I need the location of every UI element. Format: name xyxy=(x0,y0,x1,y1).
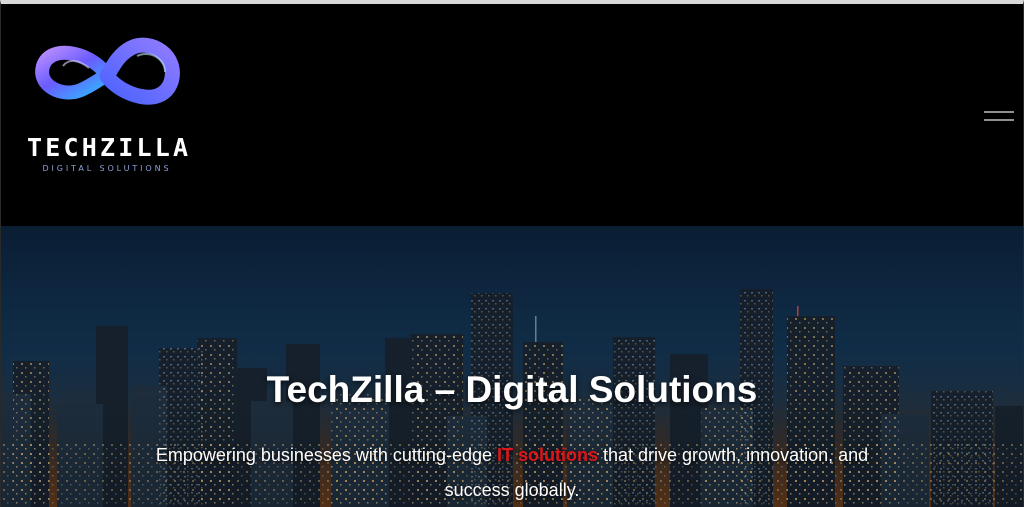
menu-bar-top xyxy=(984,111,1014,113)
infinity-logo-icon xyxy=(35,37,180,105)
logo-name: TECHZILLA xyxy=(27,133,192,162)
hero-title: TechZilla – Digital Solutions xyxy=(266,369,758,410)
site-header: TECHZILLA DIGITAL SOLUTIONS xyxy=(1,4,1023,226)
hero-text-before: Empowering businesses with cutting-edge xyxy=(155,445,497,465)
hero-section: TechZilla – Digital Solutions Empowering… xyxy=(1,226,1023,507)
logo-tagline: DIGITAL SOLUTIONS xyxy=(42,164,172,173)
site-logo[interactable]: TECHZILLA DIGITAL SOLUTIONS xyxy=(27,36,192,181)
hero-text-highlight: IT solutions xyxy=(497,445,598,465)
hero-description: Empowering businesses with cutting-edge … xyxy=(121,438,903,507)
hamburger-menu-icon[interactable] xyxy=(981,108,1017,126)
menu-bar-bottom xyxy=(984,119,1014,121)
